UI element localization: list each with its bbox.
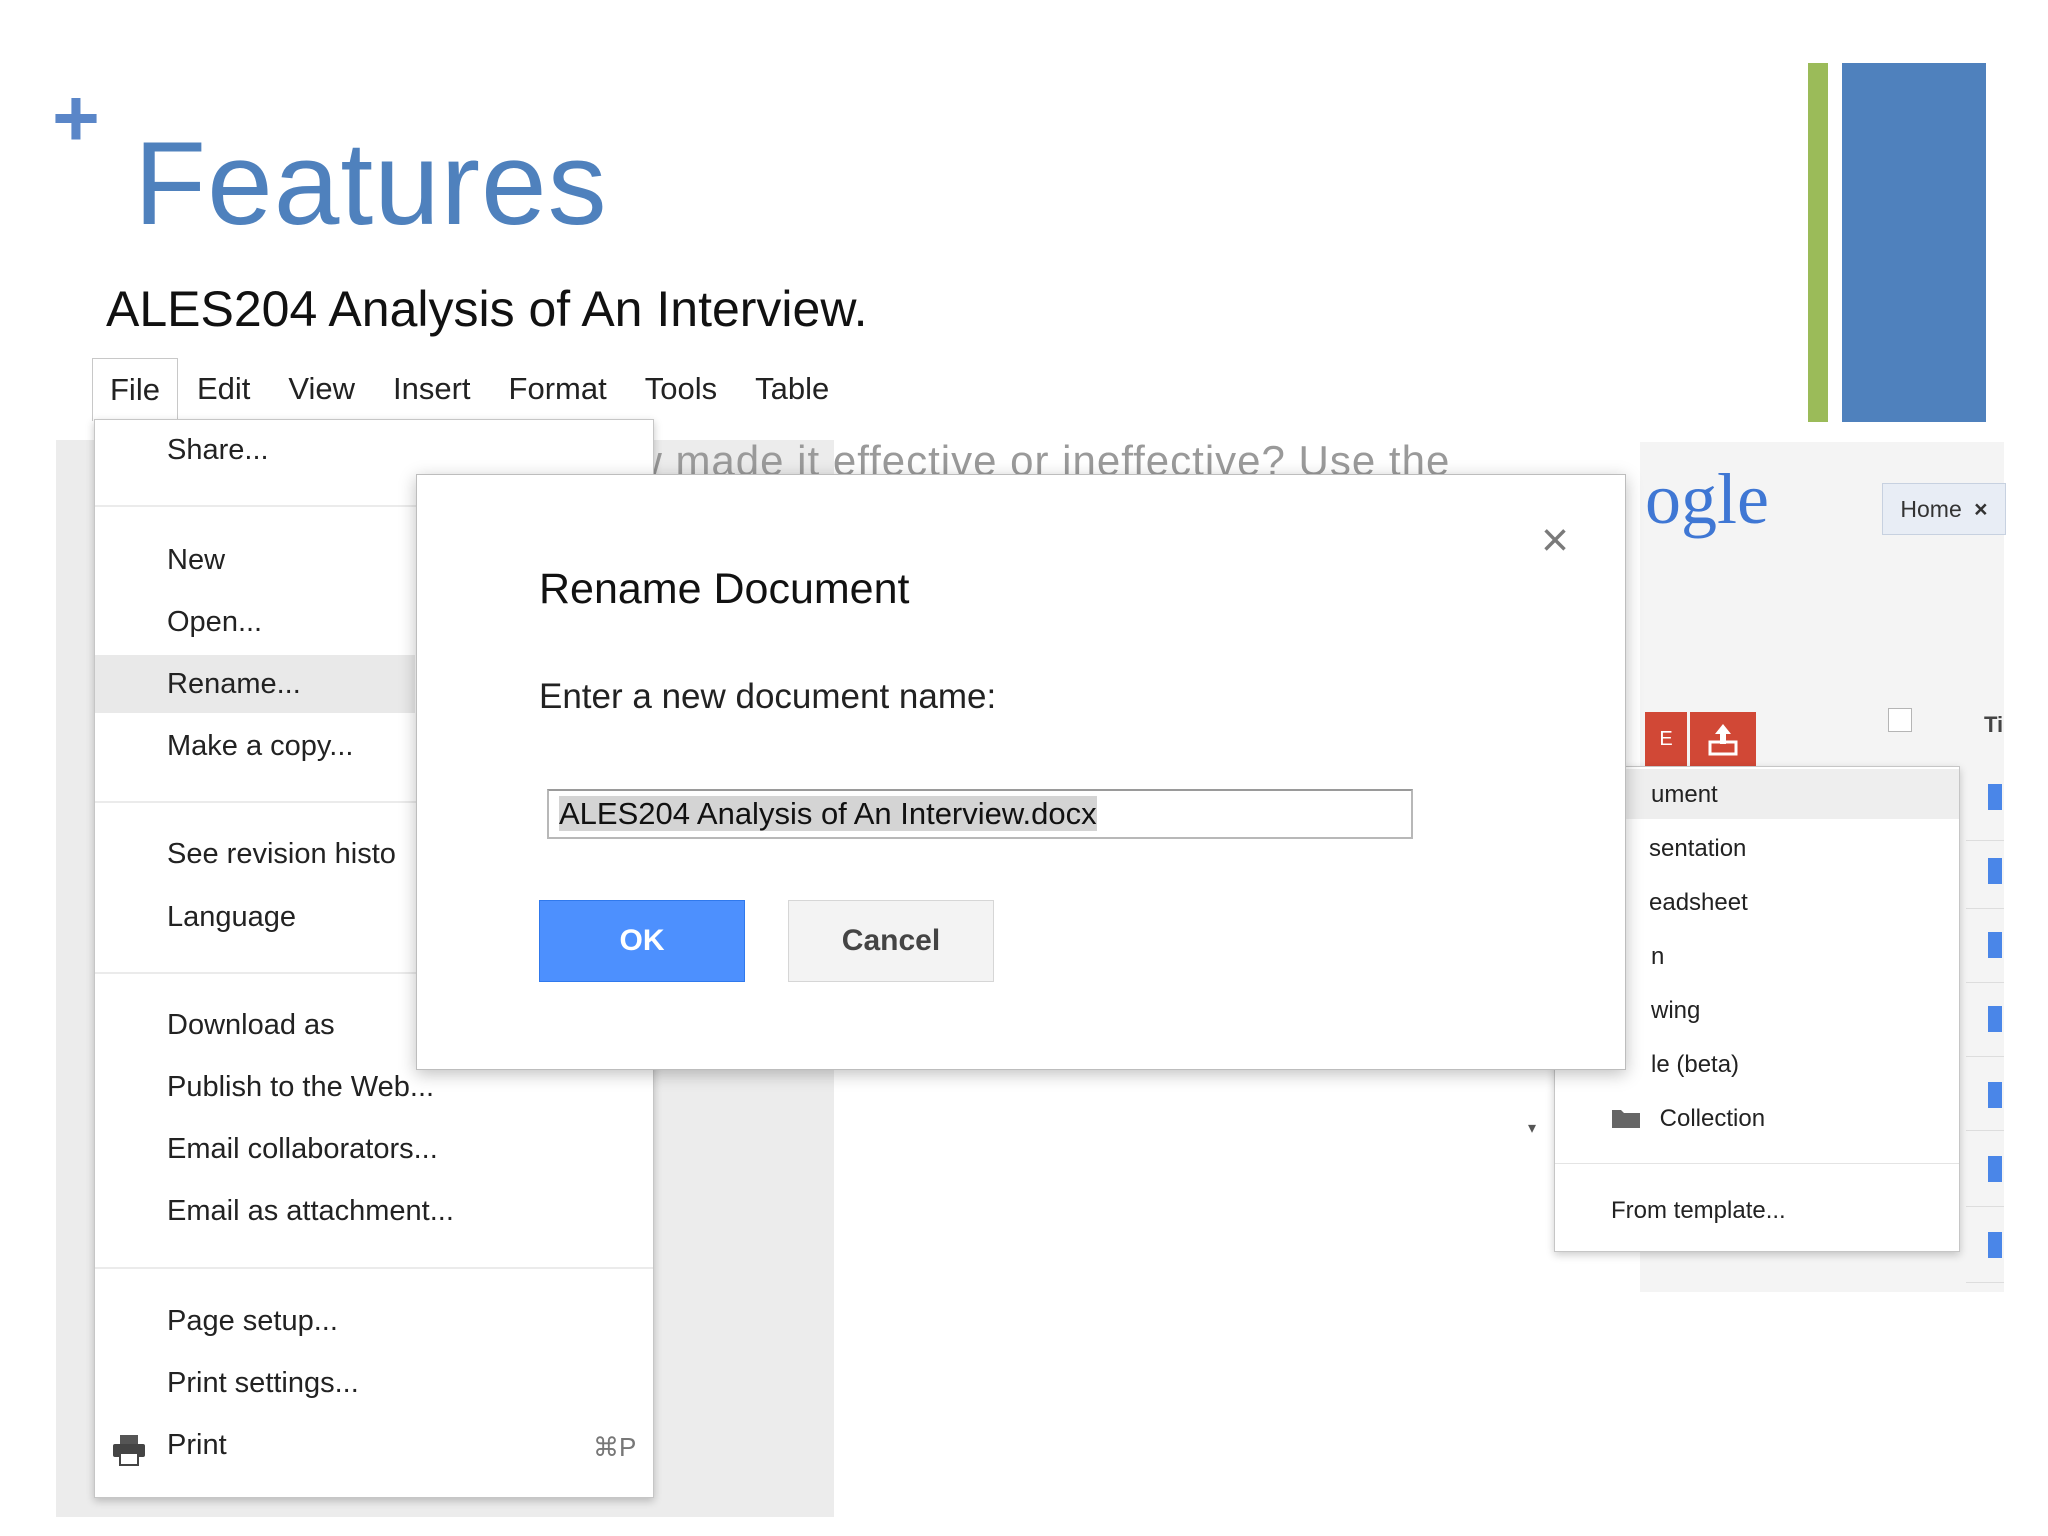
home-tab-label: Home xyxy=(1900,496,1962,522)
menu-view[interactable]: View xyxy=(269,358,374,420)
document-title[interactable]: ALES204 Analysis of An Interview. xyxy=(106,280,868,338)
dialog-title: Rename Document xyxy=(539,565,910,613)
chevron-down-icon[interactable]: ▾ xyxy=(1528,1118,1536,1138)
ok-button[interactable]: OK xyxy=(539,900,745,982)
new-menu-from-template[interactable]: From template... xyxy=(1611,1197,1786,1225)
menu-item-download-as[interactable]: Download as xyxy=(167,1009,335,1042)
menu-item-rename[interactable]: Rename... xyxy=(167,668,301,701)
select-all-checkbox[interactable] xyxy=(1888,708,1912,732)
menu-table[interactable]: Table xyxy=(736,358,848,420)
document-icon xyxy=(1988,1156,2002,1182)
menu-item-new[interactable]: New xyxy=(167,544,225,577)
google-logo: ogle xyxy=(1645,458,1769,541)
menu-file[interactable]: File xyxy=(92,357,178,421)
upload-button[interactable] xyxy=(1690,712,1756,767)
menu-insert[interactable]: Insert xyxy=(374,358,490,420)
document-icon xyxy=(1988,932,2002,958)
document-icon xyxy=(1988,858,2002,884)
row-divider xyxy=(1966,908,2004,909)
title-column-header[interactable]: Ti xyxy=(1984,712,2003,738)
google-logo-text: ogle xyxy=(1645,459,1769,539)
document-icon xyxy=(1988,1232,2002,1258)
rename-dialog: × Rename Document Enter a new document n… xyxy=(416,474,1626,1070)
new-menu-drawing[interactable]: wing xyxy=(1651,997,1700,1025)
menu-item-email-attachment[interactable]: Email as attachment... xyxy=(167,1195,454,1228)
new-menu-spreadsheet[interactable]: eadsheet xyxy=(1649,889,1748,917)
home-tab[interactable]: Home × xyxy=(1882,483,2006,535)
row-divider xyxy=(1966,1056,2004,1057)
menu-item-make-copy[interactable]: Make a copy... xyxy=(167,730,353,763)
menu-separator xyxy=(95,1267,653,1269)
new-menu-collection-row[interactable]: Collection xyxy=(1611,1105,1765,1133)
cancel-button[interactable]: Cancel xyxy=(788,900,994,982)
menu-format[interactable]: Format xyxy=(490,358,626,420)
accent-bar-green xyxy=(1808,63,1828,422)
menu-edit[interactable]: Edit xyxy=(178,358,269,420)
new-menu-form[interactable]: n xyxy=(1651,943,1664,971)
document-icon xyxy=(1988,1082,2002,1108)
create-button[interactable]: E xyxy=(1645,712,1687,767)
menu-item-publish-web[interactable]: Publish to the Web... xyxy=(167,1071,434,1104)
menu-item-page-setup[interactable]: Page setup... xyxy=(167,1305,338,1338)
menu-bar: File Edit View Insert Format Tools Table xyxy=(92,357,836,421)
row-divider xyxy=(1966,982,2004,983)
menu-item-language[interactable]: Language xyxy=(167,901,296,934)
new-menu-collection: Collection xyxy=(1659,1105,1766,1132)
new-menu-presentation[interactable]: sentation xyxy=(1649,835,1746,863)
close-icon[interactable]: × xyxy=(1541,517,1569,565)
accent-bar-blue xyxy=(1842,63,1986,422)
menu-item-email-collaborators[interactable]: Email collaborators... xyxy=(167,1133,438,1166)
print-shortcut: ⌘P xyxy=(593,1432,637,1462)
slide-title: Features xyxy=(134,118,608,250)
menu-item-share[interactable]: Share... xyxy=(167,434,269,467)
new-menu-document[interactable]: ument xyxy=(1651,781,1718,809)
folder-icon xyxy=(1611,1105,1660,1132)
menu-item-revision-history[interactable]: See revision histo xyxy=(167,838,396,871)
slide-plus-mark: + xyxy=(52,73,100,164)
close-icon[interactable]: × xyxy=(1974,496,1987,522)
menu-separator xyxy=(1555,1163,1959,1164)
document-icon xyxy=(1988,1006,2002,1032)
menu-item-print-settings[interactable]: Print settings... xyxy=(167,1367,359,1400)
menu-item-print[interactable]: Print xyxy=(167,1429,227,1462)
row-divider xyxy=(1966,1206,2004,1207)
row-divider xyxy=(1966,1130,2004,1131)
document-icon xyxy=(1988,784,2002,810)
new-menu-table[interactable]: le (beta) xyxy=(1651,1051,1739,1079)
document-name-value: ALES204 Analysis of An Interview.docx xyxy=(559,796,1097,831)
menu-item-open[interactable]: Open... xyxy=(167,606,262,639)
row-divider xyxy=(1966,840,2004,841)
row-divider xyxy=(1966,1282,2004,1283)
printer-icon xyxy=(111,1433,147,1472)
menu-tools[interactable]: Tools xyxy=(626,358,736,420)
dialog-label: Enter a new document name: xyxy=(539,677,997,716)
document-name-input[interactable]: ALES204 Analysis of An Interview.docx xyxy=(547,789,1413,839)
